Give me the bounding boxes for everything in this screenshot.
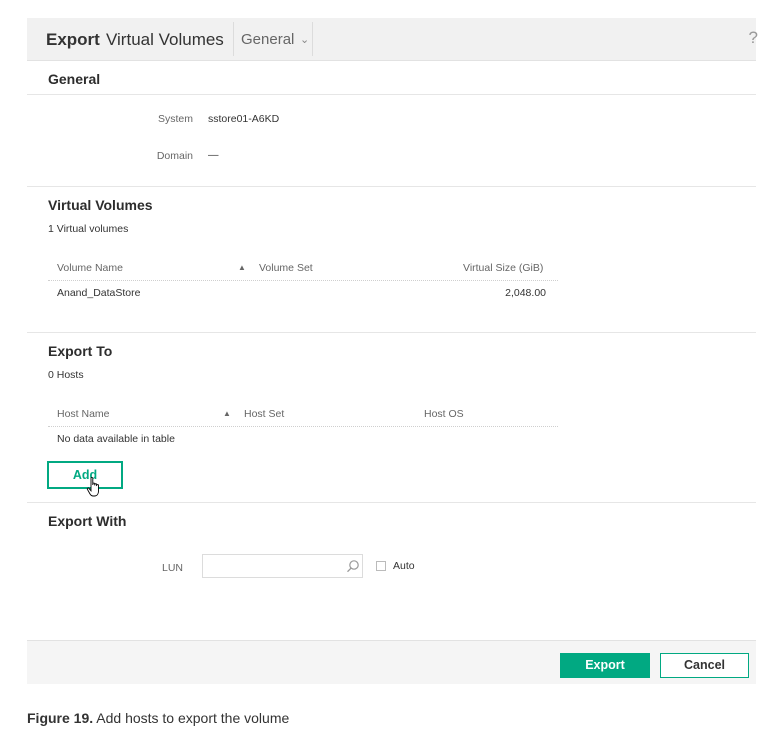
column-header-volume-set[interactable]: Volume Set bbox=[259, 262, 313, 274]
view-selector-label: General bbox=[241, 31, 295, 48]
cancel-button[interactable]: Cancel bbox=[660, 653, 749, 678]
chevron-down-icon: ⌄ bbox=[300, 34, 310, 46]
volume-name-cell: Anand_DataStore bbox=[57, 287, 141, 299]
lun-label: LUN bbox=[161, 562, 183, 574]
export-dialog: Export Virtual Volumes General ⌄ ? Gener… bbox=[27, 18, 758, 684]
header-divider bbox=[312, 22, 313, 56]
export-with-section: Export With LUN bbox=[27, 502, 756, 640]
virtual-volumes-count: 1 Virtual volumes bbox=[48, 223, 129, 235]
virtual-volumes-table: Volume Name ▲ Volume Set Virtual Size (G… bbox=[48, 262, 558, 312]
virtual-size-cell: 2,048.00 bbox=[505, 287, 546, 299]
figure-number: Figure 19. bbox=[27, 710, 94, 726]
table-row[interactable]: Anand_DataStore 2,048.00 bbox=[48, 284, 558, 304]
domain-value: — bbox=[208, 149, 219, 161]
view-selector[interactable]: General ⌄ bbox=[233, 18, 313, 61]
lun-input[interactable] bbox=[202, 554, 363, 578]
hosts-table: Host Name ▲ Host Set Host OS No data ava… bbox=[48, 408, 558, 448]
virtual-volumes-section: Virtual Volumes 1 Virtual volumes Volume… bbox=[27, 186, 756, 332]
general-section: General System sstore01-A6KD Domain — bbox=[27, 61, 756, 186]
dialog-footer: Export Cancel bbox=[27, 640, 756, 684]
export-with-title: Export With bbox=[48, 513, 127, 529]
auto-checkbox[interactable] bbox=[376, 561, 386, 571]
header-object-type: Virtual Volumes bbox=[106, 30, 224, 49]
table-header-divider bbox=[48, 426, 558, 427]
column-header-host-os[interactable]: Host OS bbox=[424, 408, 464, 420]
sort-ascending-icon[interactable]: ▲ bbox=[223, 409, 231, 418]
system-value: sstore01-A6KD bbox=[208, 113, 280, 125]
export-to-title: Export To bbox=[48, 343, 113, 359]
auto-label: Auto bbox=[393, 560, 415, 572]
sort-ascending-icon[interactable]: ▲ bbox=[238, 263, 246, 272]
figure-caption: Figure 19. Add hosts to export the volum… bbox=[27, 710, 289, 726]
column-header-host-set[interactable]: Host Set bbox=[244, 408, 284, 420]
column-header-volume-name[interactable]: Volume Name bbox=[57, 262, 123, 274]
empty-table-message: No data available in table bbox=[57, 433, 175, 445]
dialog-header: Export Virtual Volumes General ⌄ ? bbox=[27, 18, 758, 61]
help-icon[interactable]: ? bbox=[749, 28, 758, 48]
add-host-button[interactable]: Add bbox=[47, 461, 123, 489]
column-header-virtual-size[interactable]: Virtual Size (GiB) bbox=[463, 262, 543, 274]
export-to-count: 0 Hosts bbox=[48, 369, 84, 381]
virtual-volumes-title: Virtual Volumes bbox=[48, 197, 153, 213]
column-header-host-name[interactable]: Host Name bbox=[57, 408, 110, 420]
hand-pointer-icon bbox=[86, 477, 99, 497]
export-button[interactable]: Export bbox=[560, 653, 650, 678]
export-to-section: Export To 0 Hosts Host Name ▲ Host Set H… bbox=[27, 332, 756, 502]
domain-label: Domain bbox=[156, 150, 193, 162]
general-title: General bbox=[48, 71, 101, 87]
system-label: System bbox=[157, 113, 193, 125]
figure-caption-text: Add hosts to export the volume bbox=[96, 710, 290, 726]
table-header-divider bbox=[48, 280, 558, 281]
header-action: Export bbox=[46, 30, 100, 49]
search-icon[interactable] bbox=[346, 559, 360, 573]
section-divider bbox=[27, 94, 756, 95]
